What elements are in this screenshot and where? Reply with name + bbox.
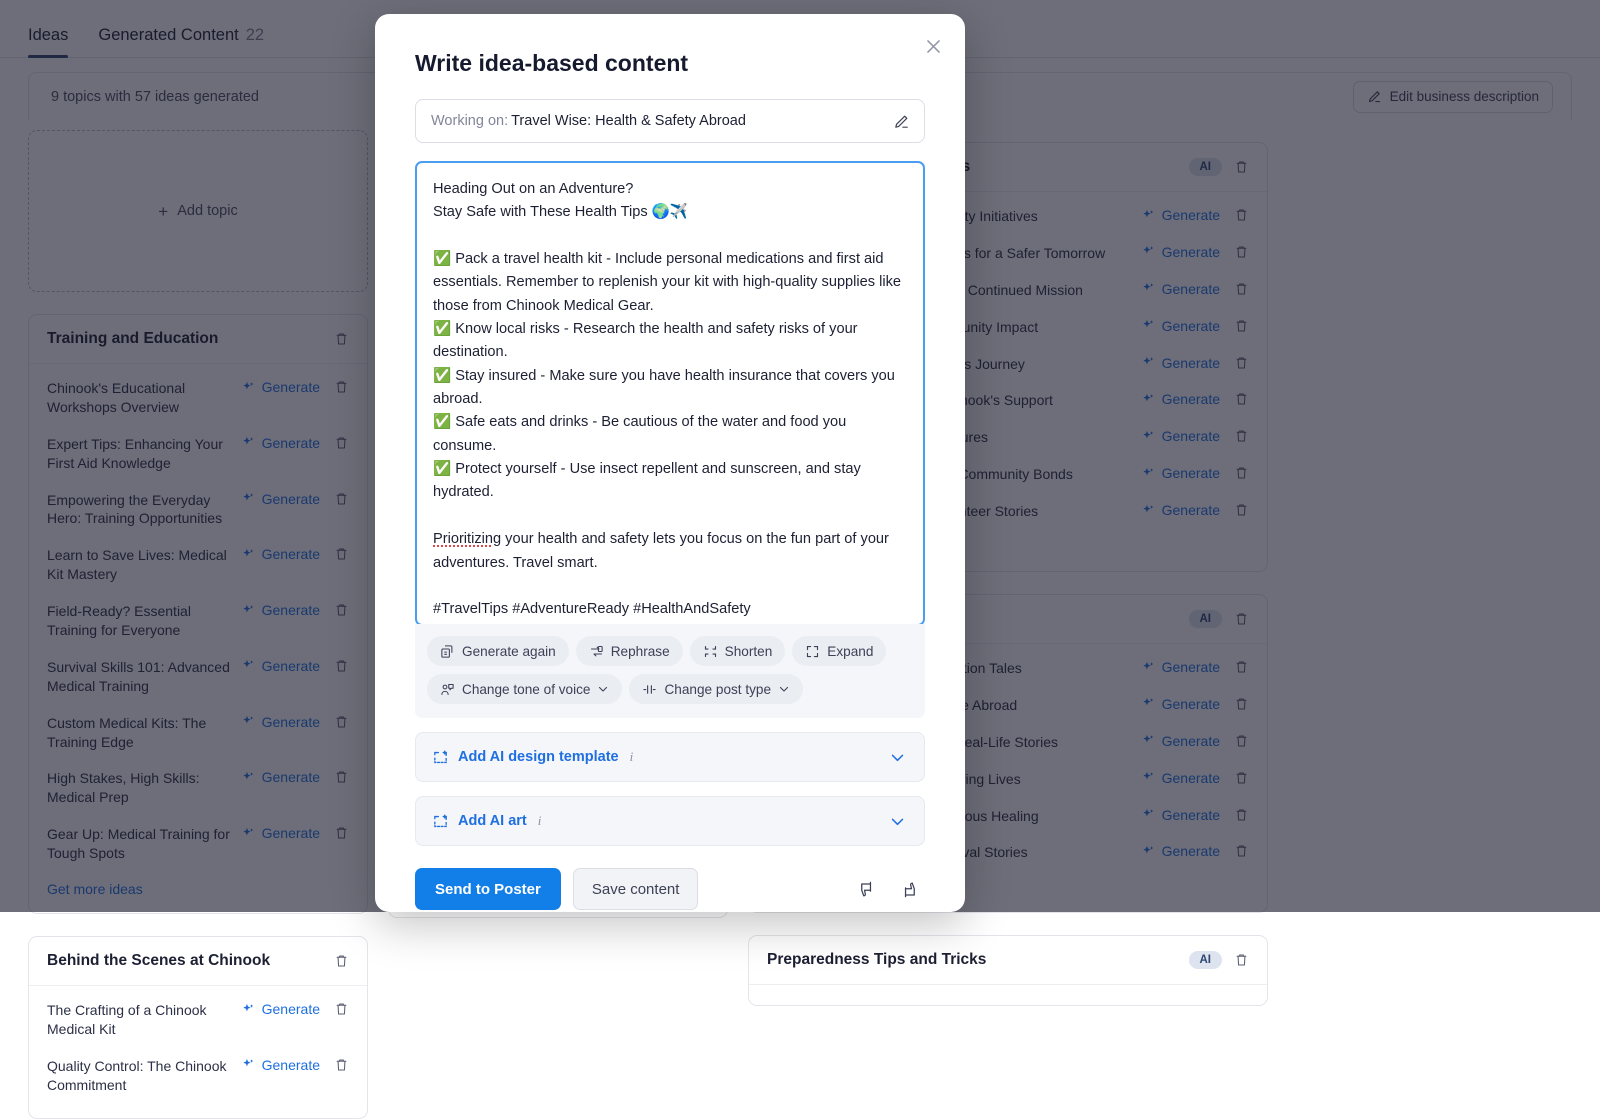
editor-text-part2: your health and safety lets you focus on… — [433, 531, 893, 617]
editor-text-part1: Heading Out on an Adventure? Stay Safe w… — [433, 181, 905, 500]
sparkle-icon — [241, 1057, 256, 1072]
expand-label: Expand — [827, 644, 873, 659]
post-type-icon — [642, 682, 657, 697]
person-speech-icon — [440, 682, 455, 697]
spellcheck-word: Prioritizing — [433, 531, 501, 547]
write-content-modal: Write idea-based content Working on: Tra… — [375, 14, 965, 912]
save-content-button[interactable]: Save content — [573, 868, 699, 910]
expand-button[interactable]: Expand — [792, 636, 886, 666]
idea-row: The Crafting of a Chinook Medical Kit Gen… — [47, 992, 349, 1048]
chevron-down-icon[interactable] — [889, 813, 906, 830]
idea-card-title: Preparedness Tips and Tricks — [767, 951, 1189, 969]
add-ai-design-template-label: Add AI design template — [458, 749, 619, 765]
change-post-type-button[interactable]: Change post type — [629, 674, 803, 704]
rephrase-button[interactable]: Rephrase — [576, 636, 683, 666]
pencil-icon[interactable] — [893, 113, 910, 130]
expand-icon — [805, 644, 820, 659]
chevron-down-icon[interactable] — [889, 749, 906, 766]
idea-title[interactable]: The Crafting of a Chinook Medical Kit — [47, 1001, 231, 1039]
idea-card-header: Preparedness Tips and TricksAI — [749, 936, 1267, 985]
add-image-icon — [432, 749, 449, 766]
idea-card-body — [749, 985, 1267, 1005]
content-editor[interactable]: Heading Out on an Adventure? Stay Safe w… — [415, 161, 925, 626]
idea-topic-card: Behind the Scenes at Chinook The Crafting… — [28, 936, 368, 1119]
idea-topic-card: Preparedness Tips and TricksAI — [748, 935, 1268, 1006]
change-tone-of-voice-button[interactable]: Change tone of voice — [427, 674, 622, 704]
generate-button[interactable]: Generate — [241, 1057, 320, 1073]
editor-text: Heading Out on an Adventure? Stay Safe w… — [433, 178, 907, 622]
modal-title: Write idea-based content — [415, 50, 925, 77]
generate-again-label: Generate again — [462, 644, 556, 659]
info-icon[interactable]: i — [538, 813, 542, 829]
idea-row: Quality Control: The Chinook Commitment G… — [47, 1048, 349, 1104]
working-on-value: Travel Wise: Health & Safety Abroad — [511, 113, 890, 129]
generate-label: Generate — [262, 1001, 320, 1017]
info-icon[interactable]: i — [630, 749, 634, 765]
idea-card-title: Behind the Scenes at Chinook — [47, 952, 334, 970]
add-ai-design-template-accordion[interactable]: Add AI design template i — [415, 732, 925, 782]
trash-icon[interactable] — [334, 953, 349, 969]
copy-regenerate-icon — [440, 644, 455, 659]
modal-body: Write idea-based content Working on: Tra… — [375, 14, 965, 846]
send-to-poster-button[interactable]: Send to Poster — [415, 868, 561, 910]
ai-badge: AI — [1189, 951, 1223, 969]
close-icon[interactable] — [919, 32, 947, 60]
working-on-label: Working on: — [431, 113, 508, 129]
generate-label: Generate — [262, 1057, 320, 1073]
working-on-field[interactable]: Working on: Travel Wise: Health & Safety… — [415, 99, 925, 143]
chip-row-primary: Generate again Rephrase Shorten — [427, 636, 913, 666]
rephrase-icon — [589, 644, 604, 659]
change-tone-of-voice-label: Change tone of voice — [462, 682, 590, 697]
thumbs-up-icon[interactable] — [894, 880, 925, 899]
shorten-icon — [703, 644, 718, 659]
modal-footer: Send to Poster Save content — [375, 846, 965, 910]
add-ai-art-accordion[interactable]: Add AI art i — [415, 796, 925, 846]
sparkle-icon — [241, 1002, 256, 1017]
chevron-down-icon — [597, 683, 609, 695]
add-ai-art-label: Add AI art — [458, 813, 527, 829]
shorten-label: Shorten — [725, 644, 773, 659]
trash-icon[interactable] — [334, 1001, 349, 1017]
change-post-type-label: Change post type — [664, 682, 771, 697]
chevron-down-icon — [778, 683, 790, 695]
add-image-icon — [432, 813, 449, 830]
chip-row-secondary: Change tone of voice Change post type — [427, 674, 913, 704]
editor-action-chips: Generate again Rephrase Shorten — [415, 624, 925, 718]
thumbs-down-icon[interactable] — [851, 880, 882, 899]
generate-again-button[interactable]: Generate again — [427, 636, 569, 666]
generate-button[interactable]: Generate — [241, 1001, 320, 1017]
idea-card-header: Behind the Scenes at Chinook — [29, 937, 367, 986]
idea-card-body: The Crafting of a Chinook Medical Kit Gen… — [29, 986, 367, 1118]
rephrase-label: Rephrase — [611, 644, 670, 659]
idea-title[interactable]: Quality Control: The Chinook Commitment — [47, 1057, 231, 1095]
shorten-button[interactable]: Shorten — [690, 636, 786, 666]
trash-icon[interactable] — [334, 1057, 349, 1073]
trash-icon[interactable] — [1234, 952, 1249, 968]
